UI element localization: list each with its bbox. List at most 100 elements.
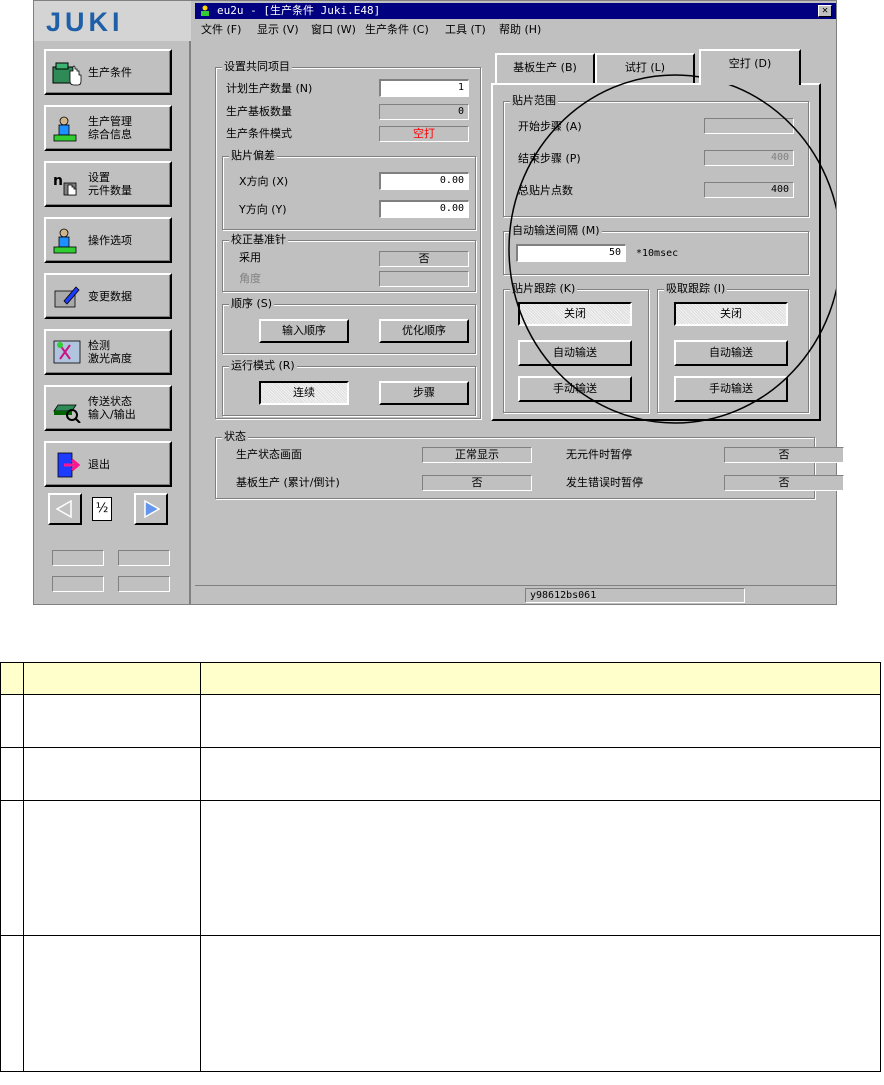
operator-options-button[interactable]: 操作选项 xyxy=(44,217,172,263)
group-title: 运行模式 (R) xyxy=(229,359,297,373)
produced-boards-value: 0 xyxy=(379,104,469,120)
close-icon: ✕ xyxy=(821,5,829,16)
menu-tools[interactable]: 工具 (T) xyxy=(445,21,486,39)
exit-button[interactable]: 退出 xyxy=(44,441,172,487)
table-header-cell xyxy=(200,662,881,695)
close-button[interactable]: ✕ xyxy=(818,5,832,17)
tab-board-production[interactable]: 基板生产 (B) xyxy=(495,53,595,83)
svg-text:n: n xyxy=(53,173,63,189)
change-data-button[interactable]: 变更数据 xyxy=(44,273,172,319)
left-navigation-panel: JUKI 生产条件 生产管理 综合信息 n 设置 元件数量 操作选项 变更数据 … xyxy=(34,1,191,604)
group-title: 贴片范围 xyxy=(510,94,558,108)
continuous-button[interactable]: 连续 xyxy=(259,381,349,405)
step-button[interactable]: 步骤 xyxy=(379,381,469,405)
planned-qty-label: 计划生产数量 (N) xyxy=(226,82,313,95)
status-screen-label: 生产状态画面 xyxy=(236,448,302,461)
juki-logo: JUKI xyxy=(34,1,191,41)
error-pause-value: 否 xyxy=(724,475,844,491)
nav-label: 传送状态 输入/输出 xyxy=(88,395,136,421)
run-mode-group: 运行模式 (R) 连续 步骤 xyxy=(222,359,476,416)
total-points-value: 400 xyxy=(704,182,794,198)
board-count-label: 基板生产 (累计/倒计) xyxy=(236,476,340,489)
nav-label: 生产条件 xyxy=(88,66,132,79)
production-conditions-button[interactable]: 生产条件 xyxy=(44,49,172,95)
prev-page-button[interactable] xyxy=(48,493,82,525)
menu-production-conditions[interactable]: 生产条件 (C) xyxy=(365,21,429,39)
menu-help[interactable]: 帮助 (H) xyxy=(499,21,541,39)
triangle-left-icon xyxy=(55,499,72,519)
tab-dry-run[interactable]: 空打 (D) xyxy=(699,49,801,85)
x-offset-input[interactable]: 0.00 xyxy=(379,172,469,190)
production-management-button[interactable]: 生产管理 综合信息 xyxy=(44,105,172,151)
table-cell xyxy=(23,694,201,748)
status-slot xyxy=(52,550,104,566)
laser-height-button[interactable]: 检测 激光高度 xyxy=(44,329,172,375)
app-icon xyxy=(201,5,209,16)
window-title: eu2u - [生产条件 Juki.E48] xyxy=(217,4,381,17)
nav-label: 退出 xyxy=(88,458,110,471)
group-title: 贴片跟踪 (K) xyxy=(510,282,578,296)
menu-window[interactable]: 窗口 (W) xyxy=(311,21,356,39)
mount-off-button[interactable]: 关闭 xyxy=(518,302,632,326)
tab-trial-run[interactable]: 试打 (L) xyxy=(595,53,695,83)
description-table xyxy=(0,662,881,1072)
y-offset-input[interactable]: 0.00 xyxy=(379,200,469,218)
auto-interval-group: 自动输送间隔 (M) 50 *10msec xyxy=(503,224,809,275)
table-cell xyxy=(23,747,201,801)
table-cell xyxy=(0,935,24,1072)
nav-label: 生产管理 综合信息 xyxy=(88,115,132,141)
produced-boards-label: 生产基板数量 xyxy=(226,105,292,118)
next-page-button[interactable] xyxy=(134,493,168,525)
table-row xyxy=(0,694,881,748)
title-bar: eu2u - [生产条件 Juki.E48] ✕ xyxy=(195,3,836,19)
mount-manual-button[interactable]: 手动输送 xyxy=(518,376,632,402)
transfer-io-button[interactable]: 传送状态 输入/输出 xyxy=(44,385,172,431)
mount-tracking-group: 贴片跟踪 (K) 关闭 自动输送 手动输送 xyxy=(503,282,649,413)
auto-interval-input[interactable]: 50 xyxy=(516,244,626,262)
optimize-order-button[interactable]: 优化顺序 xyxy=(379,319,469,343)
common-settings-group: 设置共同项目 计划生产数量 (N) 1 生产基板数量 0 生产条件模式 空打 贴… xyxy=(215,60,481,419)
no-parts-pause-value: 否 xyxy=(724,447,844,463)
svg-text:JUKI: JUKI xyxy=(46,9,124,33)
production-management-icon xyxy=(53,116,77,142)
no-parts-pause-label: 无元件时暂停 xyxy=(566,448,632,461)
mode-value: 空打 xyxy=(379,126,469,142)
input-order-button[interactable]: 输入顺序 xyxy=(259,319,349,343)
set-component-count-button[interactable]: n 设置 元件数量 xyxy=(44,161,172,207)
board-count-value: 否 xyxy=(422,475,532,491)
mode-label: 生产条件模式 xyxy=(226,127,292,140)
interval-unit: *10msec xyxy=(636,248,679,259)
start-step-label: 开始步骤 (A) xyxy=(518,120,582,133)
group-title: 贴片偏差 xyxy=(229,149,277,163)
planned-qty-input[interactable]: 1 xyxy=(379,79,469,97)
status-slot xyxy=(118,550,170,566)
fiducial-group: 校正基准针 采用 否 角度 xyxy=(222,233,476,292)
pick-auto-button[interactable]: 自动输送 xyxy=(674,340,788,366)
menu-file[interactable]: 文件 (F) xyxy=(201,21,241,39)
status-slot xyxy=(52,576,104,592)
angle-value xyxy=(379,271,469,287)
production-conditions-icon xyxy=(52,62,82,86)
group-title: 自动输送间隔 (M) xyxy=(510,224,602,238)
table-cell xyxy=(200,800,881,936)
table-row xyxy=(0,935,881,1072)
end-step-value: 400 xyxy=(704,150,794,166)
nav-label: 变更数据 xyxy=(88,290,132,303)
table-row xyxy=(0,747,881,801)
table-cell xyxy=(0,747,24,801)
triangle-right-icon xyxy=(144,499,161,519)
status-bar-text: y98612bs061 xyxy=(525,588,745,603)
mount-auto-button[interactable]: 自动输送 xyxy=(518,340,632,366)
start-step-value xyxy=(704,118,794,134)
menu-bar: 文件 (F) 显示 (V) 窗口 (W) 生产条件 (C) 工具 (T) 帮助 … xyxy=(195,21,836,39)
pick-manual-button[interactable]: 手动输送 xyxy=(674,376,788,402)
order-group: 顺序 (S) 输入顺序 优化顺序 xyxy=(222,297,476,354)
page-navigator: ½ xyxy=(44,489,172,529)
pick-off-button[interactable]: 关闭 xyxy=(674,302,788,326)
app-screenshot: JUKI 生产条件 生产管理 综合信息 n 设置 元件数量 操作选项 变更数据 … xyxy=(33,0,844,605)
menu-view[interactable]: 显示 (V) xyxy=(257,21,299,39)
total-points-label: 总贴片点数 xyxy=(518,184,573,197)
error-pause-label: 发生错误时暂停 xyxy=(566,476,643,489)
main-window: eu2u - [生产条件 Juki.E48] ✕ 文件 (F) 显示 (V) 窗… xyxy=(195,1,844,604)
page-number: ½ xyxy=(92,497,112,521)
